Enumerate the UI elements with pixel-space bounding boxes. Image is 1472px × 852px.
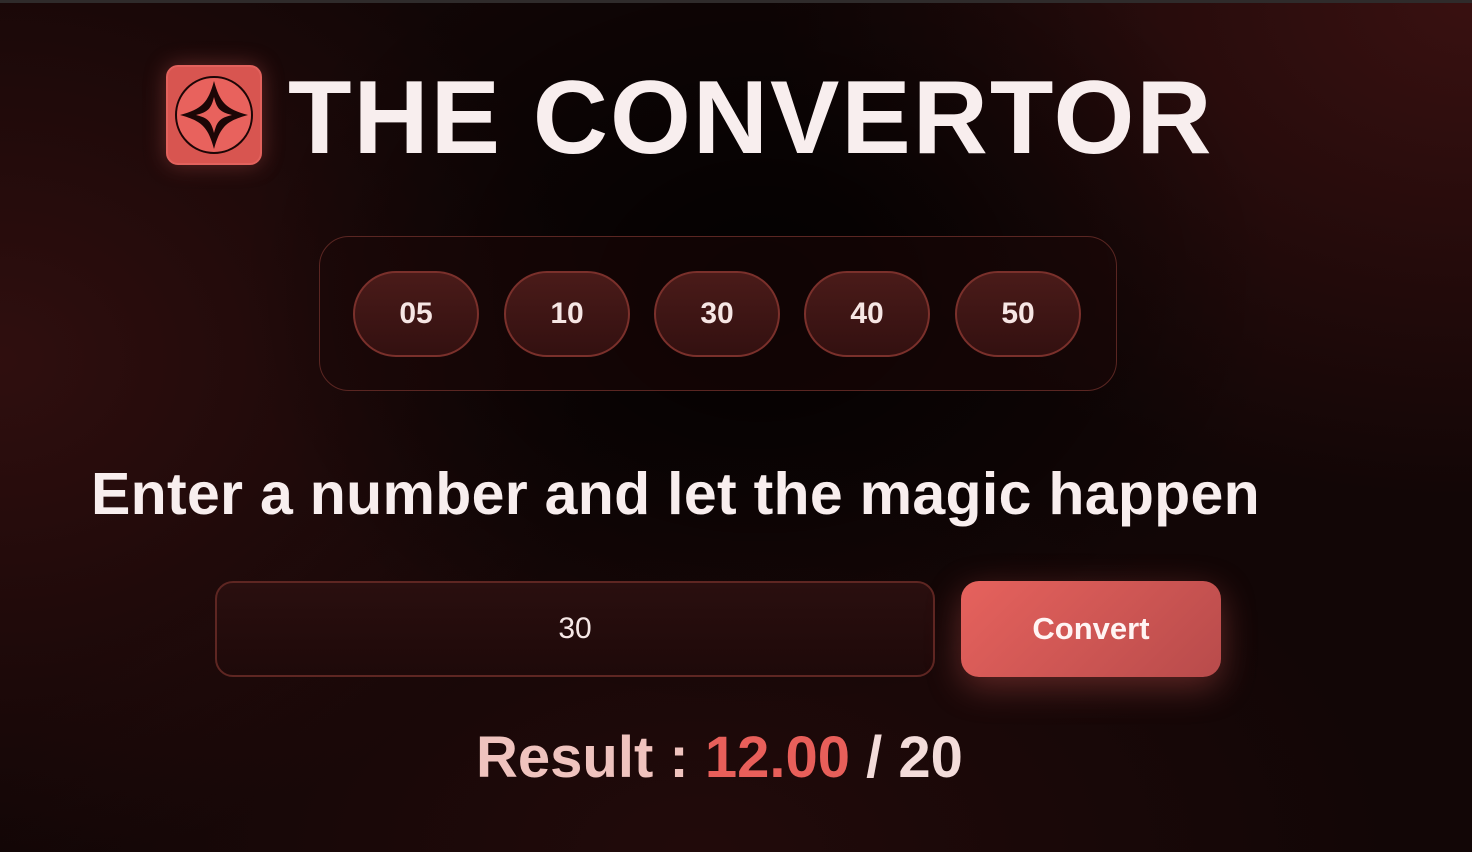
- result-label: Result :: [476, 725, 689, 790]
- app-title: THE CONVERTOR: [288, 60, 1214, 176]
- diamond-star-icon: [166, 65, 262, 165]
- result-value: 12.00: [704, 725, 850, 790]
- preset-button-50[interactable]: 50: [955, 271, 1081, 357]
- convert-button[interactable]: Convert: [961, 581, 1221, 677]
- window-top-edge: [0, 0, 1472, 3]
- preset-button-30[interactable]: 30: [654, 271, 780, 357]
- preset-button-40[interactable]: 40: [804, 271, 930, 357]
- preset-panel: 05 10 30 40 50: [319, 236, 1117, 391]
- header: THE CONVERTOR: [166, 60, 1214, 170]
- preset-button-10[interactable]: 10: [504, 271, 630, 357]
- prompt-heading: Enter a number and let the magic happen: [91, 461, 1260, 527]
- result-max: 20: [898, 725, 963, 790]
- result-separator: /: [866, 725, 883, 790]
- preset-button-05[interactable]: 05: [353, 271, 479, 357]
- result-line: Result : 12.00 / 20: [476, 724, 963, 791]
- number-input[interactable]: [215, 581, 935, 677]
